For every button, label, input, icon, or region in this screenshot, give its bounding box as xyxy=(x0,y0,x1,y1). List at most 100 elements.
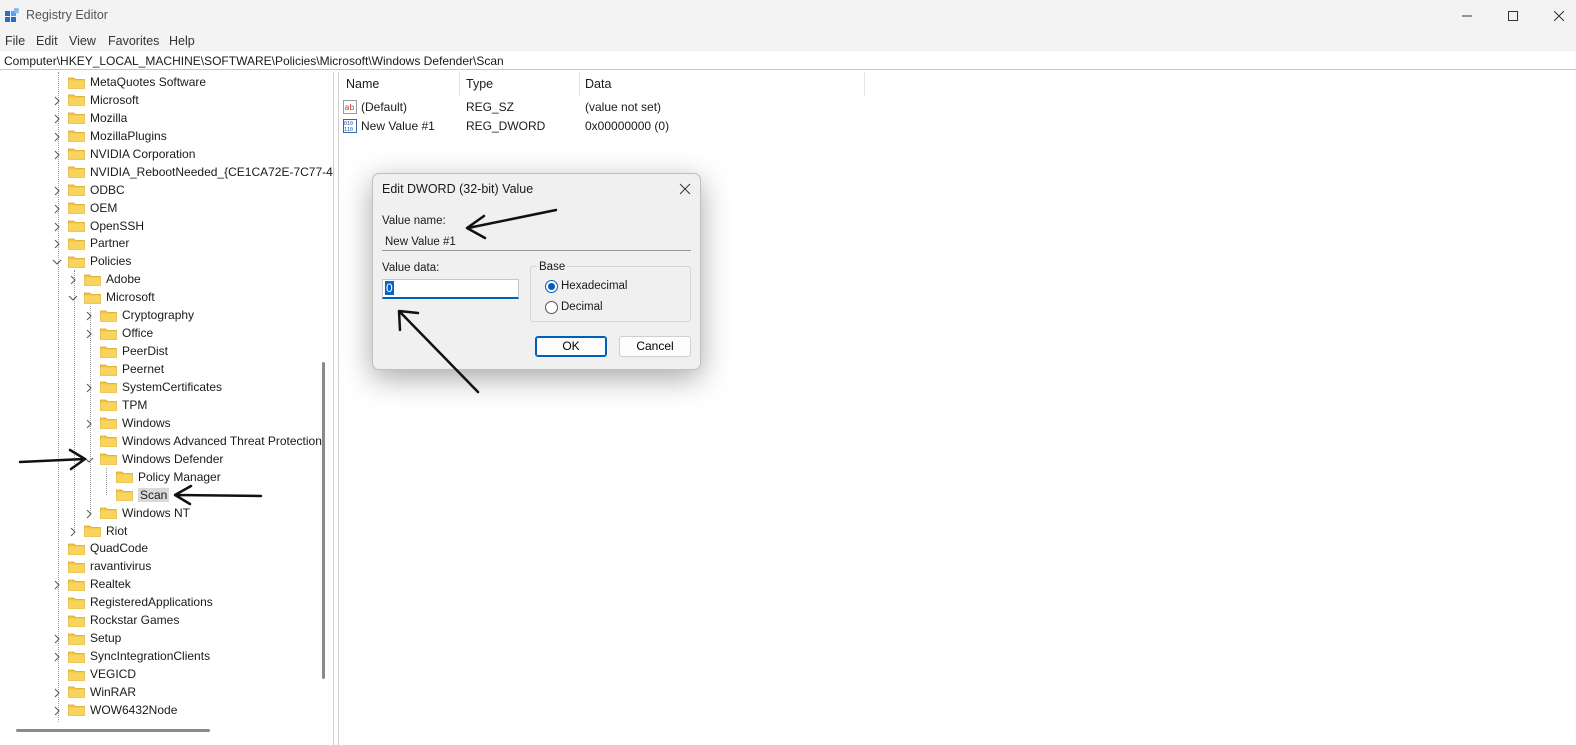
chevron-down-icon[interactable] xyxy=(52,256,62,266)
folder-icon xyxy=(100,398,117,412)
window-title: Registry Editor xyxy=(26,8,108,22)
tree-item-rockstar-games[interactable]: Rockstar Games xyxy=(52,611,179,629)
tree-item-syncintegrationclients[interactable]: SyncIntegrationClients xyxy=(52,647,210,665)
chevron-right-icon[interactable] xyxy=(52,113,62,124)
folder-icon xyxy=(100,380,117,394)
tree-item-peerdist[interactable]: PeerDist xyxy=(84,342,168,360)
cancel-button[interactable]: Cancel xyxy=(619,336,691,357)
tree-item-mozilla[interactable]: Mozilla xyxy=(52,109,127,127)
folder-icon xyxy=(84,291,101,304)
chevron-right-icon[interactable] xyxy=(84,418,94,429)
chevron-right-icon[interactable] xyxy=(84,382,94,393)
tree-item-windows-defender[interactable]: Windows Defender xyxy=(84,450,223,468)
key-tree-pane[interactable]: MetaQuotes Software Microsoft Mozilla Mozil… xyxy=(0,72,334,745)
chevron-right-icon[interactable] xyxy=(52,185,62,195)
chevron-down-icon[interactable] xyxy=(84,454,94,464)
chevron-right-icon[interactable] xyxy=(52,705,62,716)
tree-item-realtek[interactable]: Realtek xyxy=(52,575,131,593)
dialog-close-button[interactable] xyxy=(676,180,694,198)
tree-item-cryptography[interactable]: Cryptography xyxy=(84,306,194,324)
column-header-name[interactable]: Name xyxy=(346,77,379,91)
tree-item-partner[interactable]: Partner xyxy=(52,234,129,252)
menu-help[interactable]: Help xyxy=(169,34,195,48)
folder-icon xyxy=(68,165,85,179)
menu-view[interactable]: View xyxy=(69,34,96,48)
tree-item-odbc[interactable]: ODBC xyxy=(52,181,125,199)
tree-item-microsoft[interactable]: Microsoft xyxy=(68,288,155,306)
chevron-right-icon[interactable] xyxy=(84,310,94,321)
address-bar[interactable]: Computer\HKEY_LOCAL_MACHINE\SOFTWARE\Pol… xyxy=(0,52,1576,70)
chevron-right-icon[interactable] xyxy=(52,95,62,106)
tree-item-office[interactable]: Office xyxy=(84,324,153,342)
tree-item-oem[interactable]: OEM xyxy=(52,199,117,217)
tree-item-tpm[interactable]: TPM xyxy=(84,396,147,414)
tree-item-mozillaplugins[interactable]: MozillaPlugins xyxy=(52,127,167,145)
chevron-right-icon[interactable] xyxy=(52,579,62,590)
tree-item-ravantivirus[interactable]: ravantivirus xyxy=(52,557,151,575)
menu-favorites[interactable]: Favorites xyxy=(108,34,159,48)
chevron-right-icon[interactable] xyxy=(68,274,78,285)
tree-item-windows[interactable]: Windows xyxy=(84,414,171,432)
tree-item-registeredapplications[interactable]: RegisteredApplications xyxy=(52,593,213,611)
maximize-button[interactable] xyxy=(1490,0,1536,31)
tree-item-label: Mozilla xyxy=(90,110,128,125)
chevron-right-icon[interactable] xyxy=(52,203,62,213)
column-header-type[interactable]: Type xyxy=(466,77,493,91)
tree-vertical-scrollbar[interactable] xyxy=(322,362,325,679)
column-header-data[interactable]: Data xyxy=(585,77,611,91)
tree-item-vegicd[interactable]: VEGICD xyxy=(52,665,136,683)
tree-item-systemcertificates[interactable]: SystemCertificates xyxy=(84,378,222,396)
tree-item-nvidia-corporation[interactable]: NVIDIA Corporation xyxy=(52,145,195,163)
close-icon xyxy=(679,183,691,195)
close-button[interactable] xyxy=(1536,0,1576,31)
chevron-right-icon[interactable] xyxy=(68,526,78,536)
tree-item-label: MetaQuotes Software xyxy=(90,75,207,89)
chevron-right-icon[interactable] xyxy=(52,238,62,249)
chevron-right-icon[interactable] xyxy=(84,508,94,518)
value-row[interactable]: 010 110 New Value #1 REG_DWORD 0x0000000… xyxy=(343,117,863,135)
dialog-title: Edit DWORD (32-bit) Value xyxy=(382,182,534,196)
column-separator[interactable] xyxy=(579,72,580,96)
edit-dword-dialog[interactable]: Edit DWORD (32-bit) Value Value name: Ne… xyxy=(372,173,701,370)
chevron-right-icon[interactable] xyxy=(52,633,62,644)
tree-item-metaquotes-software[interactable]: MetaQuotes Software xyxy=(52,73,206,91)
tree-item-microsoft[interactable]: Microsoft xyxy=(52,91,139,109)
tree-item-policy-manager[interactable]: Policy Manager xyxy=(100,468,221,486)
tree-item-windows-nt[interactable]: Windows NT xyxy=(84,504,190,522)
tree-horizontal-scrollbar[interactable] xyxy=(16,729,210,732)
tree-item-winrar[interactable]: WinRAR xyxy=(52,683,136,701)
decimal-label[interactable]: Decimal xyxy=(561,301,603,313)
hexadecimal-label[interactable]: Hexadecimal xyxy=(561,280,627,292)
tree-item-adobe[interactable]: Adobe xyxy=(68,270,141,288)
base-group xyxy=(530,266,691,322)
menu-edit[interactable]: Edit xyxy=(36,34,58,48)
tree-item-nvidia-rebootneeded-ce1ca72e-7c77-4i[interactable]: NVIDIA_RebootNeeded_{CE1CA72E-7C77-4I xyxy=(52,163,333,181)
tree-item-wow6432node[interactable]: WOW6432Node xyxy=(52,701,177,719)
tree-item-quadcode[interactable]: QuadCode xyxy=(52,539,148,557)
column-separator[interactable] xyxy=(459,72,460,96)
chevron-down-icon[interactable] xyxy=(68,292,78,302)
chevron-right-icon[interactable] xyxy=(84,328,94,339)
menu-file[interactable]: File xyxy=(5,34,25,48)
value-row[interactable]: ab (Default) REG_SZ (value not set) xyxy=(343,98,863,116)
minimize-button[interactable] xyxy=(1444,0,1490,31)
hexadecimal-radio[interactable] xyxy=(545,280,558,293)
tree-item-peernet[interactable]: Peernet xyxy=(84,360,164,378)
chevron-right-icon[interactable] xyxy=(52,687,62,698)
chevron-right-icon[interactable] xyxy=(52,149,62,160)
folder-icon xyxy=(100,345,117,358)
tree-item-scan[interactable]: Scan xyxy=(100,486,170,504)
tree-item-setup[interactable]: Setup xyxy=(52,629,121,647)
decimal-radio[interactable] xyxy=(545,301,558,314)
tree-item-label: Policies xyxy=(90,254,132,269)
tree-item-openssh[interactable]: OpenSSH xyxy=(52,217,144,235)
chevron-right-icon[interactable] xyxy=(52,651,62,662)
tree-item-windows-advanced-threat-protection[interactable]: Windows Advanced Threat Protection xyxy=(84,432,322,450)
value-data-input[interactable]: 0 xyxy=(382,279,519,299)
ok-button[interactable]: OK xyxy=(535,336,607,357)
tree-item-policies[interactable]: Policies xyxy=(52,252,131,270)
chevron-right-icon[interactable] xyxy=(52,131,62,142)
tree-item-riot[interactable]: Riot xyxy=(68,522,127,540)
chevron-right-icon[interactable] xyxy=(52,221,62,231)
column-separator[interactable] xyxy=(864,72,865,96)
